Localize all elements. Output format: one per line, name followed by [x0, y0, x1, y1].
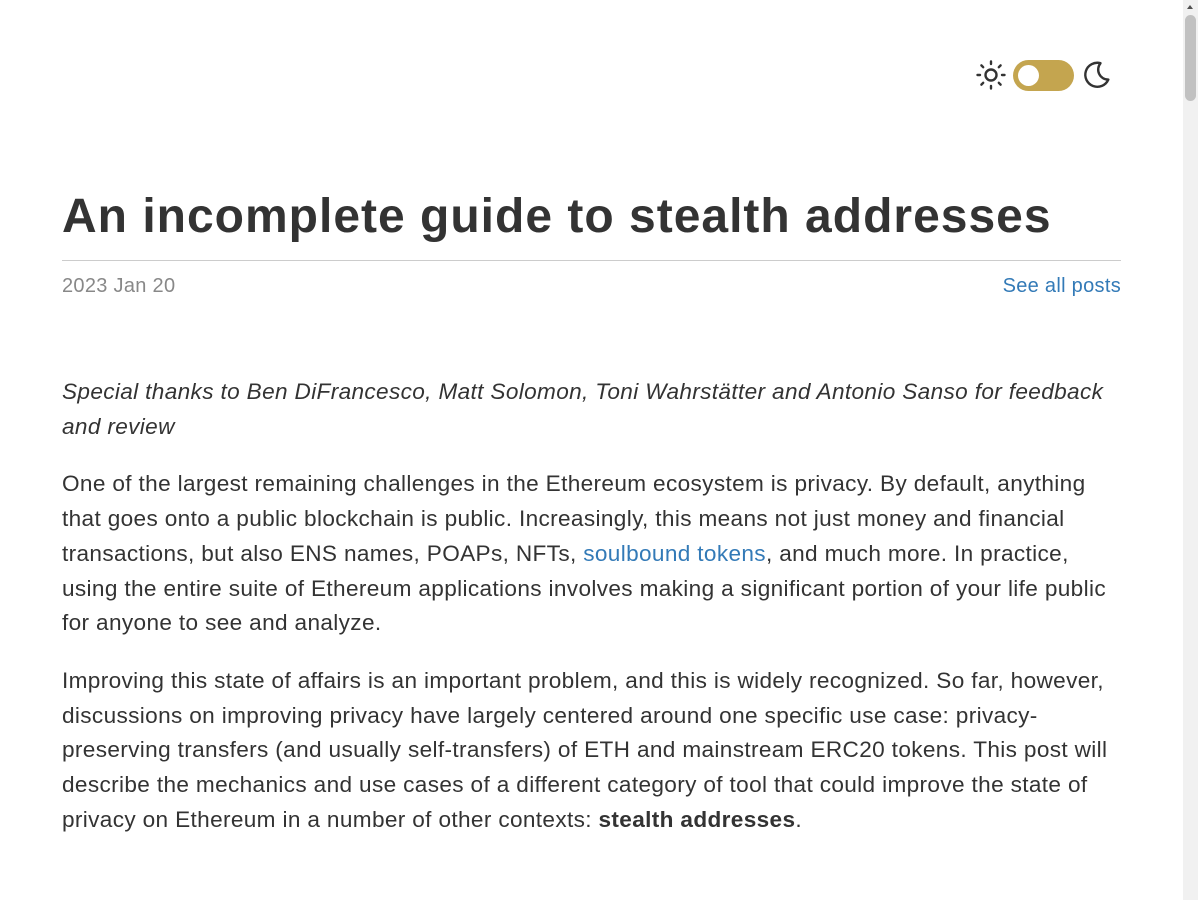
page-title: An incomplete guide to stealth addresses: [62, 190, 1052, 243]
stealth-addresses-term: stealth addresses: [598, 806, 796, 832]
scrollbar-thumb[interactable]: [1185, 15, 1196, 101]
paragraph-motivation: Improving this state of affairs is an im…: [62, 664, 1121, 838]
paragraph-motivation-text-end: .: [795, 806, 802, 832]
dark-mode-switch[interactable]: [1013, 59, 1074, 91]
acknowledgements: Special thanks to Ben DiFrancesco, Matt …: [62, 379, 1104, 439]
title-divider: [62, 260, 1121, 261]
soulbound-tokens-link[interactable]: soulbound tokens: [583, 541, 766, 566]
scroll-up-arrow-icon[interactable]: [1187, 5, 1193, 9]
sun-icon: [976, 60, 1006, 90]
switch-knob: [1018, 64, 1039, 86]
paragraph-motivation-text: Improving this state of affairs is an im…: [62, 667, 1108, 832]
page: An incomplete guide to stealth addresses…: [0, 0, 1198, 900]
moon-icon: [1084, 61, 1110, 88]
post-date: 2023 Jan 20: [62, 275, 176, 297]
theme-toggle: [975, 59, 1112, 91]
post-body: Special thanks to Ben DiFrancesco, Matt …: [62, 375, 1121, 860]
see-all-posts-link[interactable]: See all posts: [1003, 274, 1121, 298]
vertical-scrollbar[interactable]: [1183, 0, 1198, 900]
paragraph-intro: One of the largest remaining challenges …: [62, 467, 1121, 641]
